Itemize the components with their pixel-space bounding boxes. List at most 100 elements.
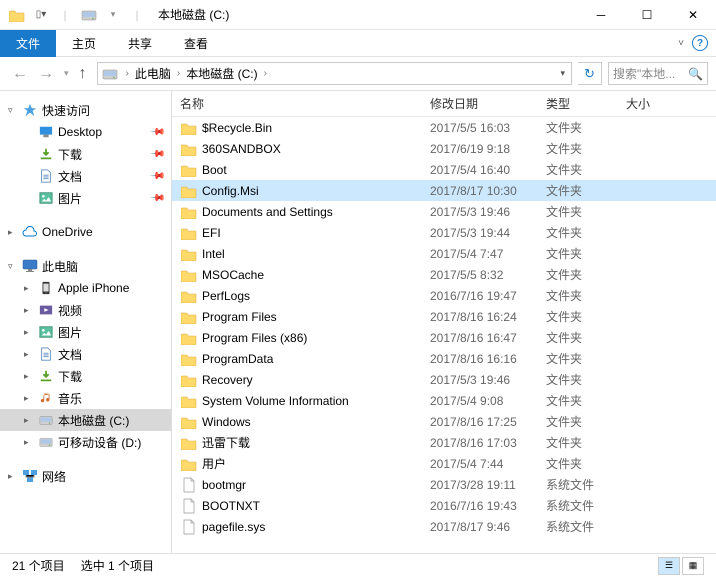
expand-icon[interactable]: ▸ xyxy=(24,327,34,338)
file-row[interactable]: Program Files (x86)2017/8/16 16:47文件夹 xyxy=(172,327,716,348)
sidebar-item[interactable]: ▸下载 xyxy=(0,365,171,387)
qat-toolbar-icon[interactable]: ▯▾ xyxy=(30,4,52,26)
nav-forward-button[interactable]: → xyxy=(34,63,58,85)
file-name: Config.Msi xyxy=(202,184,259,198)
address-dropdown-icon[interactable]: ▾ xyxy=(554,68,571,79)
sidebar-item[interactable]: ▸视频 xyxy=(0,299,171,321)
file-row[interactable]: bootmgr2017/3/28 19:11系统文件 xyxy=(172,474,716,495)
breadcrumb-thispc[interactable]: 此电脑 xyxy=(133,65,173,82)
file-row[interactable]: 360SANDBOX2017/6/19 9:18文件夹 xyxy=(172,138,716,159)
file-row[interactable]: Recovery2017/5/3 19:46文件夹 xyxy=(172,369,716,390)
file-row[interactable]: Program Files2017/8/16 16:24文件夹 xyxy=(172,306,716,327)
file-type: 文件夹 xyxy=(546,371,626,388)
file-row[interactable]: Config.Msi2017/8/17 10:30文件夹 xyxy=(172,180,716,201)
file-row[interactable]: 迅雷下载2017/8/16 17:03文件夹 xyxy=(172,432,716,453)
column-type[interactable]: 类型 xyxy=(546,95,626,112)
file-row[interactable]: PerfLogs2016/7/16 19:47文件夹 xyxy=(172,285,716,306)
help-icon[interactable]: ? xyxy=(692,35,708,51)
nav-back-button[interactable]: ← xyxy=(8,63,32,85)
file-row[interactable]: System Volume Information2017/5/4 9:08文件… xyxy=(172,390,716,411)
file-type: 文件夹 xyxy=(546,308,626,325)
file-date: 2017/5/3 19:46 xyxy=(430,373,546,387)
column-size[interactable]: 大小 xyxy=(626,95,716,112)
sidebar-item[interactable]: 下载📌 xyxy=(0,143,171,165)
file-date: 2017/8/16 17:03 xyxy=(430,436,546,450)
sidebar-onedrive[interactable]: ▸ OneDrive xyxy=(0,221,171,243)
expand-icon[interactable]: ▸ xyxy=(24,393,34,404)
expand-icon[interactable]: ▿ xyxy=(8,105,18,116)
sidebar-thispc[interactable]: ▿ 此电脑 xyxy=(0,255,171,277)
ribbon-collapse-icon[interactable]: ˅ xyxy=(678,38,684,49)
sidebar-item[interactable]: ▸音乐 xyxy=(0,387,171,409)
file-tab[interactable]: 文件 xyxy=(0,30,56,57)
search-input[interactable]: 搜索"本地... 🔍 xyxy=(608,62,708,85)
chevron-right-icon[interactable]: › xyxy=(260,68,271,79)
chevron-right-icon[interactable]: › xyxy=(122,68,133,79)
close-button[interactable]: ✕ xyxy=(670,0,716,30)
sidebar-item[interactable]: ▸可移动设备 (D:) xyxy=(0,431,171,453)
expand-icon[interactable]: ▿ xyxy=(8,261,18,272)
file-row[interactable]: pagefile.sys2017/8/17 9:46系统文件 xyxy=(172,516,716,537)
pictures-icon xyxy=(38,324,54,340)
file-row[interactable]: EFI2017/5/3 19:44文件夹 xyxy=(172,222,716,243)
expand-icon[interactable]: ▸ xyxy=(24,371,34,382)
breadcrumb-drive-icon[interactable] xyxy=(98,67,122,81)
nav-history-button[interactable]: ▾ xyxy=(60,66,73,81)
file-type: 文件夹 xyxy=(546,434,626,451)
pin-icon: 📌 xyxy=(148,146,165,163)
file-date: 2016/7/16 19:43 xyxy=(430,499,546,513)
file-row[interactable]: Documents and Settings2017/5/3 19:46文件夹 xyxy=(172,201,716,222)
sidebar-item[interactable]: 文档📌 xyxy=(0,165,171,187)
file-row[interactable]: ProgramData2017/8/16 16:16文件夹 xyxy=(172,348,716,369)
details-view-button[interactable]: ☰ xyxy=(658,557,680,575)
file-name: Documents and Settings xyxy=(202,205,333,219)
pin-icon: 📌 xyxy=(148,168,165,185)
minimize-button[interactable]: ─ xyxy=(578,0,624,30)
maximize-button[interactable]: ☐ xyxy=(624,0,670,30)
sidebar-item[interactable]: ▸图片 xyxy=(0,321,171,343)
file-date: 2017/5/4 16:40 xyxy=(430,163,546,177)
sidebar-item[interactable]: ▸文档 xyxy=(0,343,171,365)
sidebar-item[interactable]: Desktop📌 xyxy=(0,121,171,143)
expand-icon[interactable]: ▸ xyxy=(24,349,34,360)
file-row[interactable]: Intel2017/5/4 7:47文件夹 xyxy=(172,243,716,264)
column-date[interactable]: 修改日期 xyxy=(430,95,546,112)
file-date: 2017/8/16 16:16 xyxy=(430,352,546,366)
breadcrumb-drive[interactable]: 本地磁盘 (C:) xyxy=(184,65,259,82)
file-row[interactable]: MSOCache2017/5/5 8:32文件夹 xyxy=(172,264,716,285)
nav-up-button[interactable]: ↑ xyxy=(75,63,91,85)
share-tab[interactable]: 共享 xyxy=(112,30,168,57)
file-date: 2017/5/4 7:44 xyxy=(430,457,546,471)
refresh-button[interactable]: ↻ xyxy=(578,62,602,85)
search-icon[interactable]: 🔍 xyxy=(688,67,703,81)
file-row[interactable]: Boot2017/5/4 16:40文件夹 xyxy=(172,159,716,180)
breadcrumb[interactable]: › 此电脑 › 本地磁盘 (C:) › xyxy=(122,65,555,82)
expand-icon[interactable]: ▸ xyxy=(24,415,34,426)
file-date: 2017/5/4 9:08 xyxy=(430,394,546,408)
file-row[interactable]: 用户2017/5/4 7:44文件夹 xyxy=(172,453,716,474)
sidebar-quickaccess[interactable]: ▿ 快速访问 xyxy=(0,99,171,121)
file-row[interactable]: Windows2017/8/16 17:25文件夹 xyxy=(172,411,716,432)
view-tab[interactable]: 查看 xyxy=(168,30,224,57)
chevron-right-icon[interactable]: › xyxy=(173,68,184,79)
home-tab[interactable]: 主页 xyxy=(56,30,112,57)
sidebar-item[interactable]: 图片📌 xyxy=(0,187,171,209)
file-row[interactable]: $Recycle.Bin2017/5/5 16:03文件夹 xyxy=(172,117,716,138)
sidebar-item[interactable]: ▸ 本地磁盘 (C:) xyxy=(0,409,171,431)
folder-icon xyxy=(180,204,198,220)
file-row[interactable]: BOOTNXT2016/7/16 19:43系统文件 xyxy=(172,495,716,516)
file-name: Program Files xyxy=(202,310,277,324)
sidebar-item[interactable]: ▸Apple iPhone xyxy=(0,277,171,299)
expand-icon[interactable]: ▸ xyxy=(24,305,34,316)
file-date: 2017/6/19 9:18 xyxy=(430,142,546,156)
expand-icon[interactable]: ▸ xyxy=(24,437,34,448)
column-name[interactable]: 名称 xyxy=(180,95,430,112)
icons-view-button[interactable]: ▦ xyxy=(682,557,704,575)
file-type: 文件夹 xyxy=(546,203,626,220)
expand-icon[interactable]: ▸ xyxy=(8,227,18,238)
sidebar-network[interactable]: ▸ 网络 xyxy=(0,465,171,487)
sidebar-item-label: 本地磁盘 (C:) xyxy=(58,412,129,429)
expand-icon[interactable]: ▸ xyxy=(8,471,18,482)
column-header[interactable]: 名称 修改日期 类型 大小 xyxy=(172,91,716,117)
expand-icon[interactable]: ▸ xyxy=(24,283,34,294)
